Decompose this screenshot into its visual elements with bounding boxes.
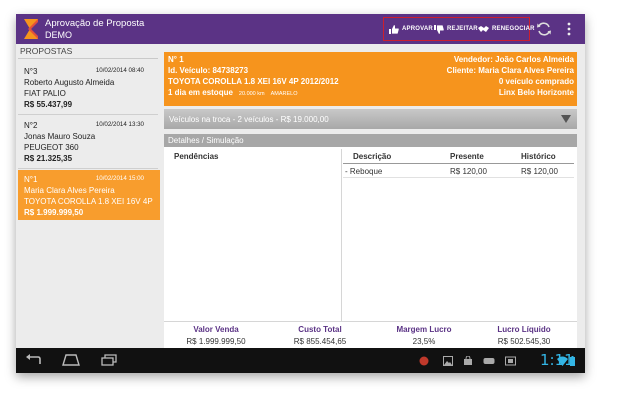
details-section-header: Detalhes / Simulação xyxy=(164,134,577,147)
proposal-vehicle: TOYOTA COROLLA 1.8 XEI 16V 4P xyxy=(24,197,153,206)
proposal-number: N°3 xyxy=(24,67,38,76)
reject-button[interactable]: REJEITAR xyxy=(434,18,478,40)
app-subtitle: DEMO xyxy=(45,30,72,40)
proposal-date: 10/02/2014 13:30 xyxy=(95,121,144,128)
vehicle-description: TOYOTA COROLLA 1.8 XEI 16V 4P 2012/2012 xyxy=(168,77,339,86)
back-icon[interactable] xyxy=(26,354,42,366)
stock-days: 1 dia em estoque xyxy=(168,88,233,97)
pendencias-title: Pendências xyxy=(174,152,219,161)
reject-button-label: REJEITAR xyxy=(447,26,478,32)
vehicle-color: AMARELO xyxy=(270,91,298,97)
cell-descricao: - Reboque xyxy=(345,167,383,176)
list-divider xyxy=(18,168,158,169)
summary-value: R$ 855.454,65 xyxy=(293,337,347,346)
recent-apps-icon[interactable] xyxy=(101,354,117,366)
summary-value: R$ 502.545,30 xyxy=(497,337,551,346)
home-icon[interactable] xyxy=(62,354,80,366)
proposal-item[interactable]: N°2 10/02/2014 13:30 Jonas Mauro Souza P… xyxy=(18,116,160,166)
battery-icon xyxy=(570,356,575,366)
store-icon xyxy=(464,356,472,365)
refresh-icon[interactable] xyxy=(536,21,552,37)
overflow-menu-icon[interactable] xyxy=(567,22,571,36)
column-header-historico: Histórico xyxy=(521,152,556,161)
proposal-vehicle: FIAT PALIO xyxy=(24,89,66,98)
details-panel: Pendências Descrição Presente Histórico … xyxy=(164,147,577,348)
cell-presente: R$ 120,00 xyxy=(450,167,487,176)
proposal-value: R$ 1.999.999,50 xyxy=(24,208,84,217)
proposal-client: Maria Clara Alves Pereira xyxy=(24,186,115,195)
proposal-vehicle: PEUGEOT 360 xyxy=(24,143,79,152)
proposal-item-selected[interactable]: N°1 10/02/2014 15:00 Maria Clara Alves P… xyxy=(18,170,160,220)
row-divider xyxy=(343,177,574,178)
summary-value: 23,5% xyxy=(412,337,436,346)
proposal-date: 10/02/2014 15:00 xyxy=(95,175,144,182)
sidebar-header: PROPOSTAS xyxy=(20,46,73,56)
summary-label: Valor Venda xyxy=(193,325,239,334)
detail-number: N° 1 xyxy=(168,55,184,64)
summary-divider xyxy=(164,321,577,322)
proposal-client: Roberto Augusto Almeida xyxy=(24,78,115,87)
client: Cliente: Maria Clara Alves Pereira xyxy=(446,66,574,75)
cell-historico: R$ 120,00 xyxy=(521,167,558,176)
summary-margem-lucro: Margem Lucro 23,5% xyxy=(374,325,474,346)
mileage: 20.000 km xyxy=(238,91,265,97)
list-divider xyxy=(18,114,158,115)
app-title: Aprovação de Proposta xyxy=(45,18,145,29)
proposal-number: N°1 xyxy=(24,175,38,184)
gallery-icon xyxy=(443,356,453,366)
summary-lucro-liquido: Lucro Líquido R$ 502.545,30 xyxy=(474,325,574,346)
vehicles-purchased: 0 veículo comprado xyxy=(498,77,574,86)
thumbs-down-icon xyxy=(434,24,444,34)
proposal-date: 10/02/2014 08:40 xyxy=(95,67,144,74)
summary-label: Lucro Líquido xyxy=(497,325,551,334)
tablet-screen: Aprovação de Proposta DEMO APROVAR REJEI… xyxy=(16,14,585,373)
proposal-client: Jonas Mauro Souza xyxy=(24,132,96,141)
column-header-presente: Presente xyxy=(450,152,484,161)
header-divider xyxy=(343,163,574,164)
system-navigation-bar: 1:11 xyxy=(16,348,585,373)
proposal-detail: N° 1 Id. Veículo: 84738273 TOYOTA COROLL… xyxy=(164,44,581,348)
vehicle-id: Id. Veículo: 84738273 xyxy=(168,66,249,75)
approve-button-label: APROVAR xyxy=(402,26,433,32)
proposal-item[interactable]: N°3 10/02/2014 08:40 Roberto Augusto Alm… xyxy=(18,62,160,112)
column-divider xyxy=(341,149,342,321)
renegotiate-button-label: RENEGOCIAR xyxy=(492,26,535,32)
proposals-sidebar: PROPOSTAS N°3 10/02/2014 08:40 Roberto A… xyxy=(16,44,160,348)
thumbs-up-icon xyxy=(389,24,399,34)
store-name: Linx Belo Horizonte xyxy=(498,88,574,97)
sidebar-divider xyxy=(18,58,158,59)
summary-custo-total: Custo Total R$ 855.454,65 xyxy=(270,325,370,346)
stock-info: 1 dia em estoque 20.000 km AMARELO xyxy=(168,88,298,97)
app-logo-icon xyxy=(24,19,38,39)
summary-label: Margem Lucro xyxy=(396,325,452,334)
gamepad-icon xyxy=(483,358,495,364)
handshake-icon xyxy=(478,26,489,32)
details-section-title: Detalhes / Simulação xyxy=(168,136,244,145)
proposal-value: R$ 55.437,99 xyxy=(24,100,73,109)
approve-button[interactable]: APROVAR xyxy=(389,18,433,40)
screenshot-icon xyxy=(505,356,516,366)
renegotiate-button[interactable]: RENEGOCIAR xyxy=(478,18,535,40)
trade-in-vehicles-dropdown[interactable]: Veículos na troca - 2 veículos - R$ 19.0… xyxy=(164,109,577,129)
notification-app-icon xyxy=(419,356,429,366)
action-bar: Aprovação de Proposta DEMO APROVAR REJEI… xyxy=(16,14,585,44)
proposal-number: N°2 xyxy=(24,121,38,130)
seller: Vendedor: João Carlos Almeida xyxy=(453,55,574,64)
dropdown-triangle-icon xyxy=(561,115,571,123)
summary-valor-venda: Valor Venda R$ 1.999.999,50 xyxy=(166,325,266,346)
summary-value: R$ 1.999.999,50 xyxy=(186,337,246,346)
summary-label: Custo Total xyxy=(298,325,342,334)
trade-in-summary: Veículos na troca - 2 veículos - R$ 19.0… xyxy=(169,115,329,124)
approval-actions-group: APROVAR REJEITAR RENEGOCIAR xyxy=(383,17,534,41)
proposal-header-card: N° 1 Id. Veículo: 84738273 TOYOTA COROLL… xyxy=(164,52,577,106)
proposal-value: R$ 21.325,35 xyxy=(24,154,73,163)
wifi-icon xyxy=(557,356,568,366)
column-header-descricao: Descrição xyxy=(353,152,392,161)
